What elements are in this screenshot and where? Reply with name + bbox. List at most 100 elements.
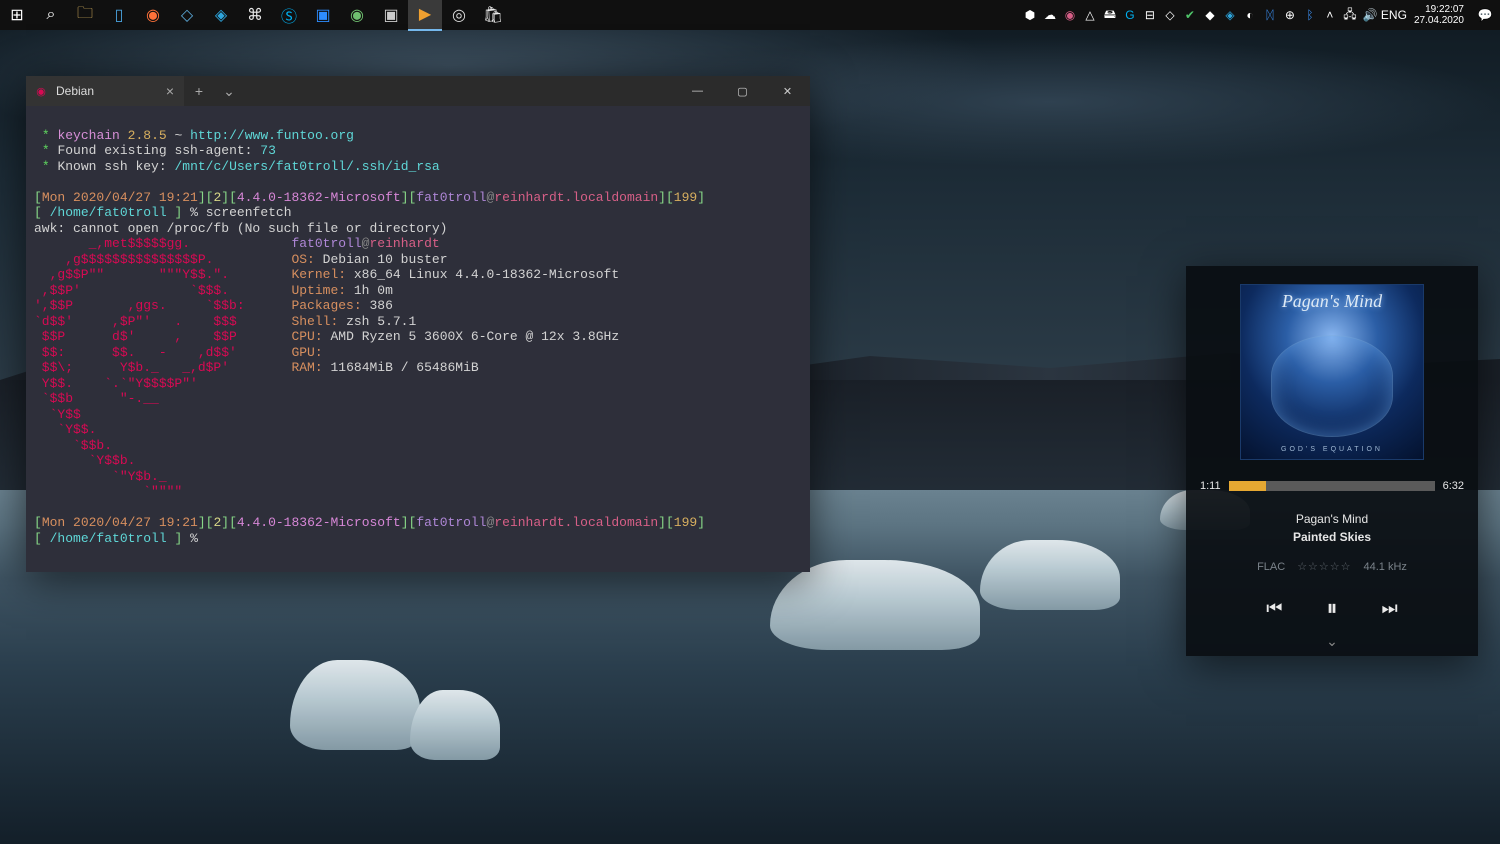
track-title: Painted Skies xyxy=(1293,528,1371,546)
taskbar-left: ⊞ ⌕ 🗀 ▯ ◉ ◇ ◈ ⌘ Ⓢ ▣ ◉ ▣ ▶ ◎ 🛍 xyxy=(0,0,510,31)
sample-rate: 44.1 kHz xyxy=(1364,561,1407,573)
terminal-body[interactable]: * keychain 2.8.5 ~ http://www.funtoo.org… xyxy=(26,106,810,572)
folder-icon: 🗀 xyxy=(77,2,93,29)
tray-icon[interactable]: ☁ xyxy=(1040,0,1060,30)
player-meta: Pagan's Mind Painted Skies xyxy=(1293,510,1371,546)
progress-bar[interactable] xyxy=(1229,481,1435,491)
network-icon[interactable]: 🖧 xyxy=(1340,0,1360,30)
total-time: 6:32 xyxy=(1443,480,1464,492)
file-explorer-button[interactable]: 🗀 xyxy=(68,0,102,30)
volume-icon[interactable]: 🔊 xyxy=(1360,0,1380,30)
elapsed-time: 1:11 xyxy=(1200,480,1221,492)
pocketcasts-icon: ◎ xyxy=(452,5,466,25)
wallpaper-ice xyxy=(290,660,420,750)
play-pause-button[interactable]: ⏸ xyxy=(1326,595,1337,621)
search-button[interactable]: ⌕ xyxy=(34,0,68,30)
tab-dropdown-button[interactable]: ⌄ xyxy=(214,76,244,106)
expand-button[interactable]: ⌄ xyxy=(1326,633,1338,650)
tray-icon[interactable]: ⊟ xyxy=(1140,0,1160,30)
taskbar-clock[interactable]: 19:22:07 27.04.2020 xyxy=(1408,4,1470,26)
zoom-icon: ▣ xyxy=(315,5,330,25)
terminal-tab[interactable]: ◉ Debian × xyxy=(26,76,184,106)
wallpaper-ice xyxy=(410,690,500,760)
cmd-button[interactable]: ▣ xyxy=(374,0,408,30)
pause-icon: ⏸ xyxy=(1326,595,1337,620)
previous-button[interactable]: ⏮ xyxy=(1266,598,1282,619)
browser-button[interactable]: ◉ xyxy=(340,0,374,30)
album-art[interactable]: Pagan's Mind GOD'S EQUATION xyxy=(1240,284,1424,460)
wallpaper-ice xyxy=(980,540,1120,610)
firefox-button[interactable]: ◉ xyxy=(136,0,170,30)
tray-icon[interactable]: ◉ xyxy=(1060,0,1080,30)
close-window-button[interactable]: ✕ xyxy=(765,76,810,106)
mail-button[interactable]: ◇ xyxy=(170,0,204,30)
window-buttons: — ▢ ✕ xyxy=(675,76,810,106)
slack-icon: ⌘ xyxy=(247,5,263,25)
maximize-button[interactable]: ▢ xyxy=(720,76,765,106)
terminal-icon: ▶ xyxy=(419,4,431,24)
album-band-text: Pagan's Mind xyxy=(1241,291,1423,312)
progress-row: 1:11 6:32 xyxy=(1200,480,1464,492)
chevron-down-icon: ⌄ xyxy=(1326,633,1338,649)
skip-previous-icon: ⏮ xyxy=(1266,598,1282,618)
slack-button[interactable]: ⌘ xyxy=(238,0,272,30)
globe-icon: ◉ xyxy=(350,5,364,25)
tray-icon[interactable]: △ xyxy=(1080,0,1100,30)
tray-icon[interactable]: ⊕ xyxy=(1280,0,1300,30)
store-icon: 🛍 xyxy=(483,5,503,25)
telegram-icon: ◈ xyxy=(215,5,227,25)
terminal-app-button[interactable]: ▶ xyxy=(408,0,442,31)
windows-icon: ⊞ xyxy=(10,5,23,25)
tab-title: Debian xyxy=(56,84,94,98)
new-tab-button[interactable]: + xyxy=(184,76,214,106)
clock-time: 19:22:07 xyxy=(1425,4,1464,15)
tray-icon[interactable]: ᛞ xyxy=(1260,0,1280,30)
start-button[interactable]: ⊞ xyxy=(0,0,34,30)
pocketcasts-button[interactable]: ◎ xyxy=(442,0,476,30)
tray-icon[interactable]: ◇ xyxy=(1160,0,1180,30)
telegram-button[interactable]: ◈ xyxy=(204,0,238,30)
store-button[interactable]: 🛍 xyxy=(476,0,510,30)
skype-icon: Ⓢ xyxy=(281,3,297,27)
progress-fill xyxy=(1229,481,1266,491)
minimize-button[interactable]: — xyxy=(675,76,720,106)
player-tech-row: FLAC ☆☆☆☆☆ 44.1 kHz xyxy=(1257,560,1407,573)
skype-button[interactable]: Ⓢ xyxy=(272,0,306,30)
mail-icon: ◇ xyxy=(181,5,193,25)
next-button[interactable]: ⏭ xyxy=(1382,598,1398,619)
album-art-figure xyxy=(1271,335,1393,437)
debian-icon: ◉ xyxy=(34,84,48,98)
tray-icon[interactable]: ◈ xyxy=(1220,0,1240,30)
skip-next-icon: ⏭ xyxy=(1382,598,1398,618)
tray-icon[interactable]: 🖴 xyxy=(1100,0,1120,30)
player-controls: ⏮ ⏸ ⏭ xyxy=(1266,595,1397,621)
tray-icon[interactable]: ⬢ xyxy=(1020,0,1040,30)
terminal-window: ◉ Debian × + ⌄ — ▢ ✕ * keychain 2.8.5 ~ … xyxy=(26,76,810,572)
phone-app-button[interactable]: ▯ xyxy=(102,0,136,30)
tray-icon[interactable]: ◆ xyxy=(1200,0,1220,30)
bluetooth-icon[interactable]: ᛒ xyxy=(1300,0,1320,30)
taskbar-right: ⬢ ☁ ◉ △ 🖴 G ⊟ ◇ ✔ ◆ ◈ ◐ ᛞ ⊕ ᛒ ˄ 🖧 🔊 ENG … xyxy=(1020,0,1500,30)
wallpaper-ice xyxy=(770,560,980,650)
firefox-icon: ◉ xyxy=(146,5,160,25)
terminal-titlebar[interactable]: ◉ Debian × + ⌄ — ▢ ✕ xyxy=(26,76,810,106)
zoom-button[interactable]: ▣ xyxy=(306,0,340,30)
tray-chevron-up-icon[interactable]: ˄ xyxy=(1320,0,1340,30)
taskbar: ⊞ ⌕ 🗀 ▯ ◉ ◇ ◈ ⌘ Ⓢ ▣ ◉ ▣ ▶ ◎ 🛍 ⬢ ☁ ◉ △ 🖴 … xyxy=(0,0,1500,30)
rating-stars[interactable]: ☆☆☆☆☆ xyxy=(1297,560,1351,573)
chevron-down-icon: ⌄ xyxy=(223,83,235,100)
artist-name: Pagan's Mind xyxy=(1293,510,1371,528)
audio-format: FLAC xyxy=(1257,561,1285,573)
language-indicator[interactable]: ENG xyxy=(1380,0,1408,30)
tray-icon[interactable]: G xyxy=(1120,0,1140,30)
notifications-button[interactable]: 💬 xyxy=(1470,0,1500,30)
search-icon: ⌕ xyxy=(47,6,56,24)
cmd-icon: ▣ xyxy=(383,5,398,25)
music-player-widget: Pagan's Mind GOD'S EQUATION 1:11 6:32 Pa… xyxy=(1186,266,1478,656)
album-subtitle: GOD'S EQUATION xyxy=(1241,446,1423,453)
phone-icon: ▯ xyxy=(115,5,124,25)
tray-icon[interactable]: ◐ xyxy=(1240,0,1260,30)
tray-icon[interactable]: ✔ xyxy=(1180,0,1200,30)
close-tab-button[interactable]: × xyxy=(166,83,174,99)
clock-date: 27.04.2020 xyxy=(1414,15,1464,26)
